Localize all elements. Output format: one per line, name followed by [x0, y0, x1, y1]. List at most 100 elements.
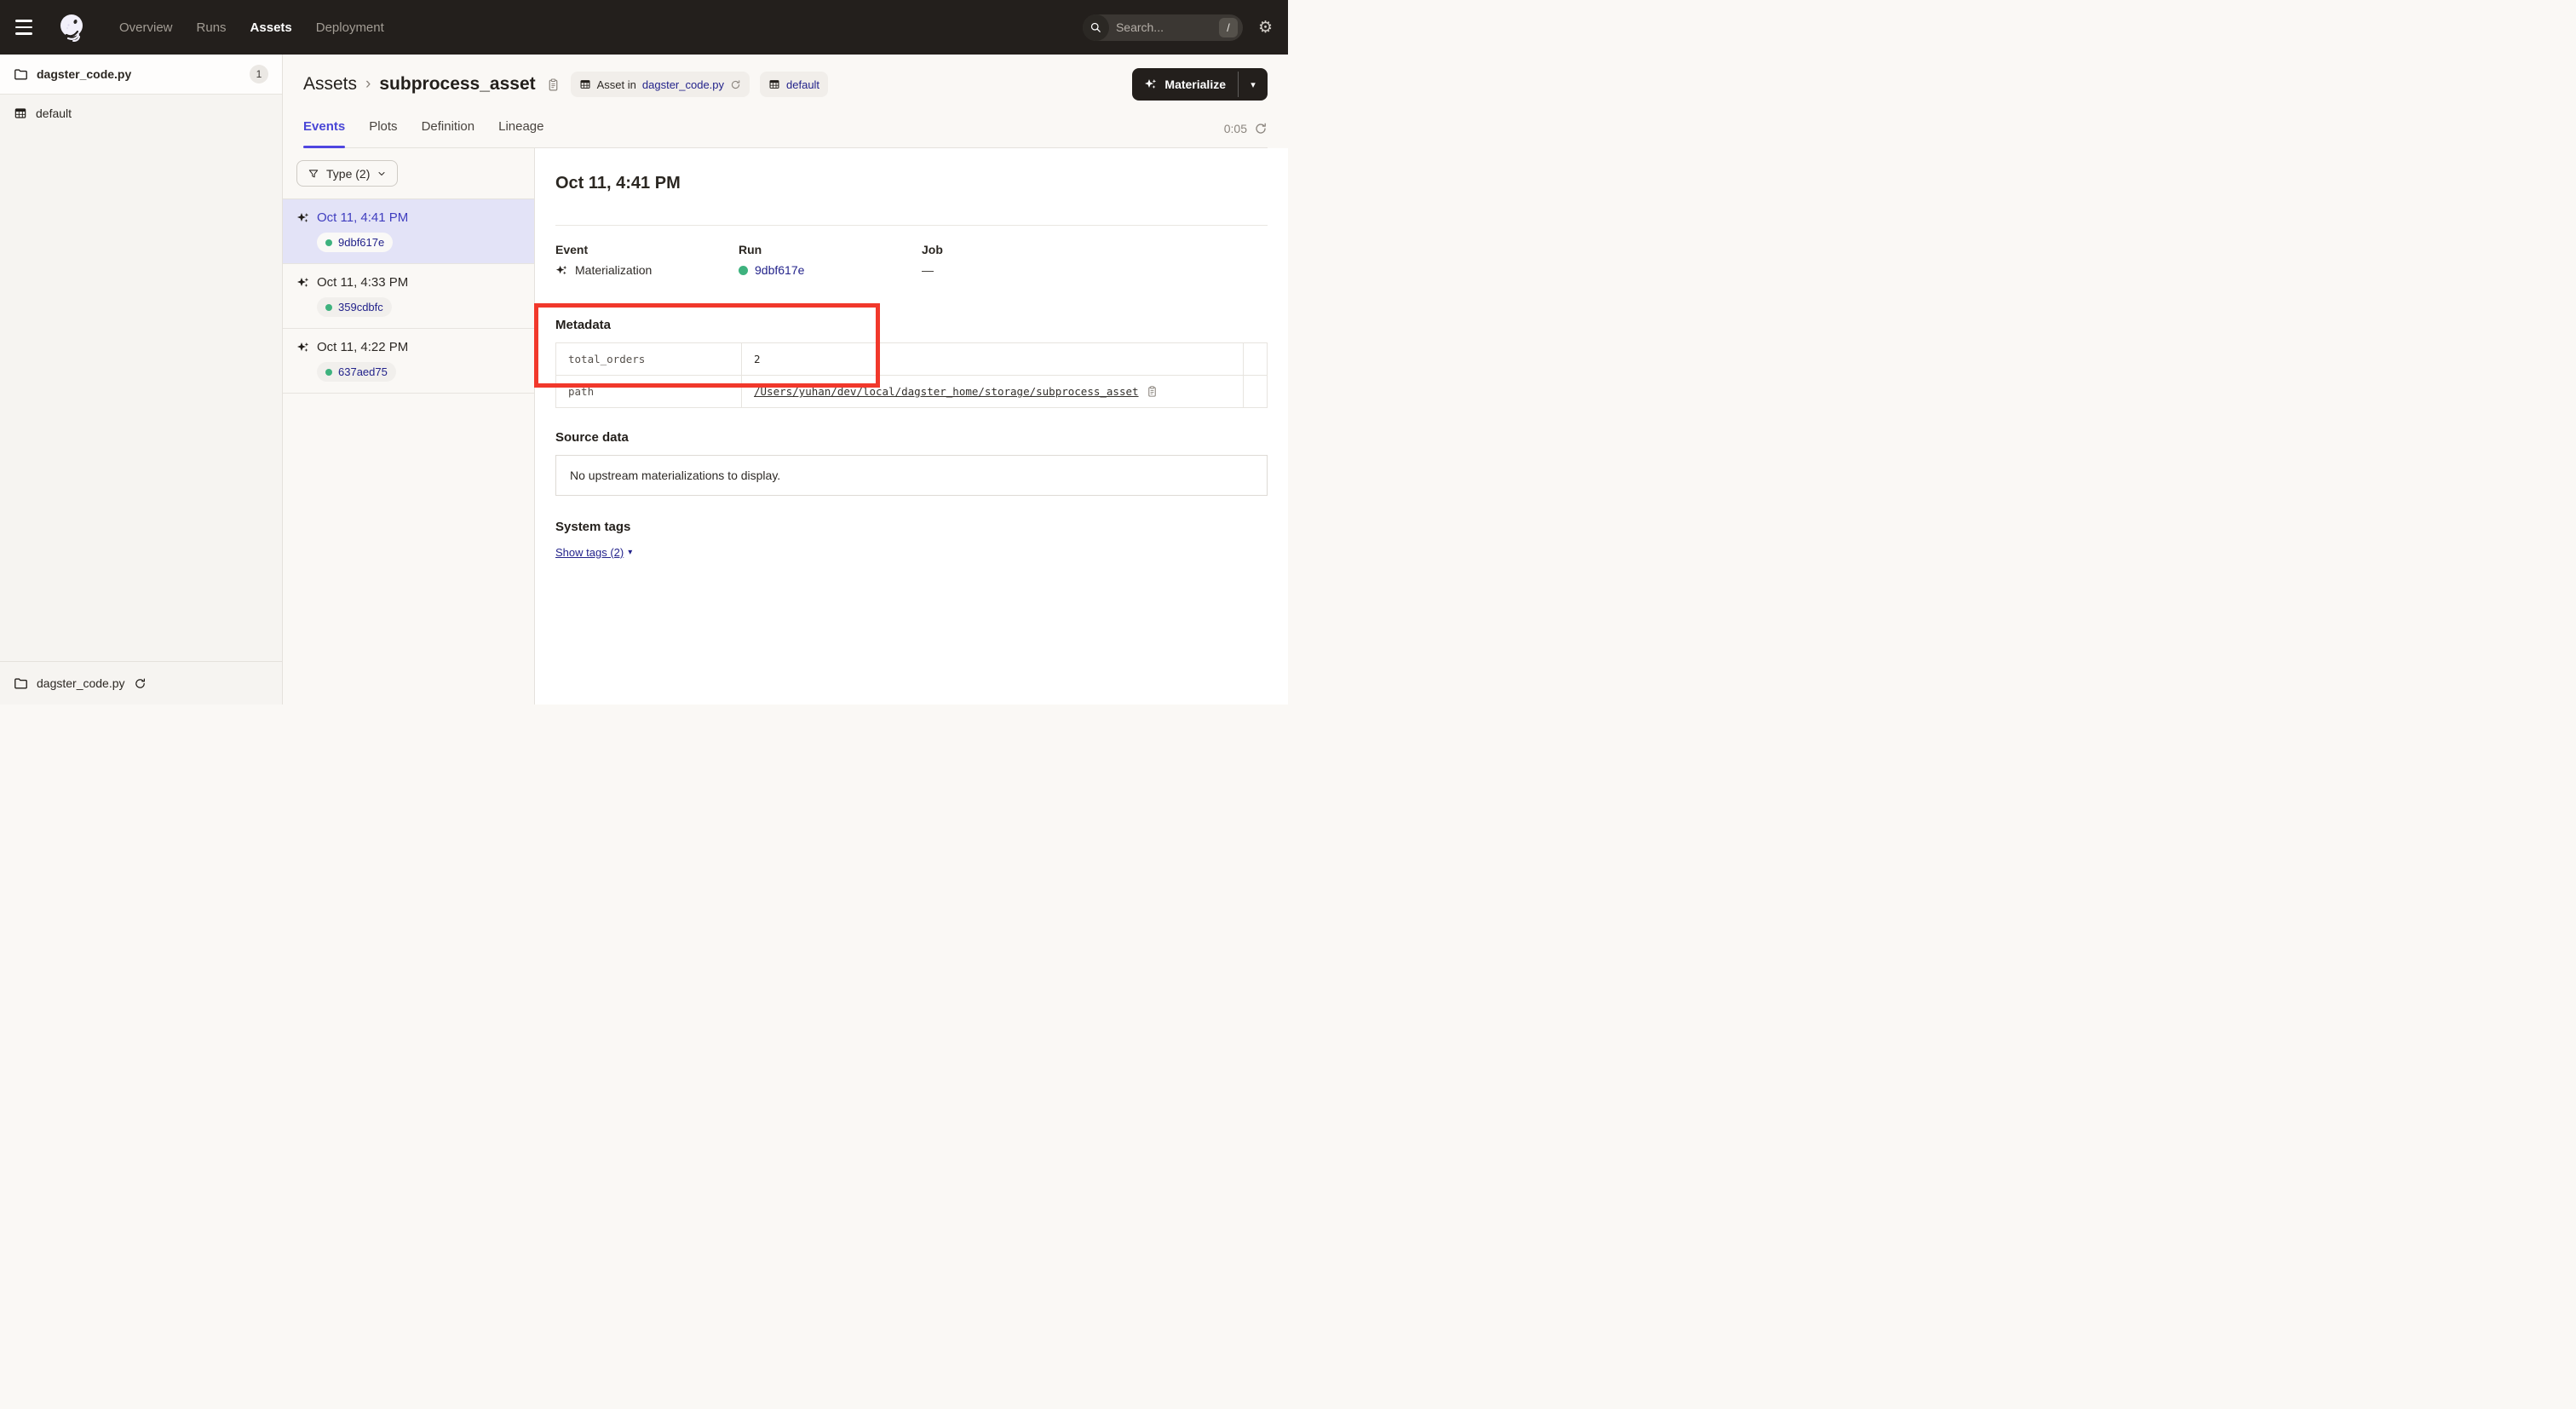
breadcrumb: Assets › subprocess_asset — [303, 74, 536, 95]
asset-count-badge: 1 — [250, 65, 268, 83]
metadata-key: path — [556, 376, 742, 407]
asset-header: Assets › subprocess_asset Asset in dagst… — [283, 55, 1288, 148]
tab-plots[interactable]: Plots — [369, 119, 397, 147]
dagster-logo[interactable] — [56, 12, 87, 43]
run-id-pill[interactable]: 9dbf617e — [317, 233, 393, 252]
event-timestamp: Oct 11, 4:33 PM — [317, 275, 408, 290]
type-filter-label: Type (2) — [326, 167, 370, 181]
run-status-dot — [325, 304, 332, 311]
filter-icon — [308, 168, 319, 180]
run-status-dot — [325, 369, 332, 376]
events-list-panel: Type (2) Oct 11, 4:41 PM 9dbf617e — [283, 148, 535, 704]
folder-icon — [14, 676, 28, 691]
tab-events[interactable]: Events — [303, 119, 345, 147]
sidebar-item-code-location[interactable]: dagster_code.py 1 — [0, 55, 282, 95]
sidebar-footer-code-location[interactable]: dagster_code.py — [0, 661, 282, 704]
metadata-value: 2 — [754, 353, 761, 365]
group-tag[interactable]: default — [760, 72, 828, 97]
event-type-value: Materialization — [575, 263, 652, 277]
show-tags-label: Show tags (2) — [555, 546, 624, 559]
sparkle-icon — [1144, 78, 1158, 91]
asset-in-prefix: Asset in — [597, 78, 636, 91]
code-location-link[interactable]: dagster_code.py — [642, 78, 724, 91]
asset-name: subprocess_asset — [379, 74, 535, 95]
materialize-dropdown-button[interactable]: ▾ — [1239, 68, 1268, 101]
materialization-sparkle-icon — [296, 211, 310, 225]
folder-icon — [14, 67, 28, 82]
refresh-icon[interactable] — [1254, 122, 1268, 135]
run-id-pill[interactable]: 637aed75 — [317, 362, 396, 382]
group-tag-label[interactable]: default — [786, 78, 819, 91]
run-id: 637aed75 — [338, 365, 388, 378]
job-empty-value: — — [922, 263, 934, 277]
asset-sidebar: dagster_code.py 1 default dagster_code.p… — [0, 55, 283, 704]
copy-path-icon[interactable] — [1146, 385, 1159, 398]
event-column-label: Event — [555, 243, 739, 256]
metadata-heading: Metadata — [555, 318, 1268, 332]
sidebar-item-default-group[interactable]: default — [0, 95, 282, 132]
metadata-row-end-cell — [1243, 343, 1267, 375]
event-list-item[interactable]: Oct 11, 4:41 PM 9dbf617e — [283, 199, 534, 264]
top-nav: Overview Runs Assets Deployment / ⚙ — [0, 0, 1288, 55]
run-id-link[interactable]: 9dbf617e — [755, 263, 804, 277]
system-tags-section: System tags Show tags (2) ▾ — [555, 520, 1268, 561]
metadata-table: total_orders 2 path /Users/yuhan/dev/loc… — [555, 342, 1268, 408]
metadata-path-link[interactable]: /Users/yuhan/dev/local/dagster_home/stor… — [754, 385, 1139, 398]
sidebar-item-label: dagster_code.py — [37, 67, 131, 81]
metadata-row: total_orders 2 — [556, 343, 1267, 376]
run-status-dot — [325, 239, 332, 246]
metadata-row-end-cell — [1243, 376, 1267, 407]
source-data-heading: Source data — [555, 430, 1268, 445]
run-id: 359cdbfc — [338, 301, 383, 313]
nav-item-assets[interactable]: Assets — [250, 20, 292, 35]
asset-group-icon — [768, 78, 780, 90]
materialization-sparkle-icon — [555, 264, 568, 277]
materialize-label: Materialize — [1164, 78, 1226, 91]
source-data-empty-state: No upstream materializations to display. — [555, 455, 1268, 496]
metadata-row: path /Users/yuhan/dev/local/dagster_home… — [556, 376, 1267, 407]
asset-tabs: Events Plots Definition Lineage 0:05 — [303, 119, 1268, 148]
search-input[interactable] — [1109, 20, 1219, 34]
reload-icon[interactable] — [134, 677, 147, 690]
tab-lineage[interactable]: Lineage — [498, 119, 543, 147]
search-box[interactable]: / — [1083, 14, 1243, 41]
breadcrumb-separator: › — [365, 75, 371, 94]
nav-item-overview[interactable]: Overview — [119, 20, 173, 35]
system-tags-heading: System tags — [555, 520, 1268, 534]
event-list-item[interactable]: Oct 11, 4:22 PM 637aed75 — [283, 329, 534, 394]
tab-definition[interactable]: Definition — [422, 119, 475, 147]
event-list-item[interactable]: Oct 11, 4:33 PM 359cdbfc — [283, 264, 534, 329]
sidebar-footer-label: dagster_code.py — [37, 676, 125, 690]
search-shortcut-badge: / — [1219, 18, 1238, 37]
nav-item-runs[interactable]: Runs — [197, 20, 227, 35]
run-status-dot — [739, 266, 748, 275]
sidebar-item-label: default — [36, 106, 72, 120]
breadcrumb-assets-link[interactable]: Assets — [303, 74, 357, 95]
run-column-label: Run — [739, 243, 922, 256]
run-id: 9dbf617e — [338, 236, 384, 249]
chevron-down-icon — [377, 169, 387, 179]
type-filter-button[interactable]: Type (2) — [296, 160, 398, 187]
run-id-pill[interactable]: 359cdbfc — [317, 297, 392, 317]
caret-down-icon: ▾ — [628, 548, 632, 557]
materialize-button-group: Materialize ▾ — [1132, 68, 1268, 101]
search-icon — [1083, 14, 1109, 41]
reload-icon[interactable] — [730, 79, 741, 90]
job-column-label: Job — [922, 243, 943, 256]
event-detail-panel: Oct 11, 4:41 PM Event Materialization Ru… — [535, 148, 1288, 704]
source-data-section: Source data No upstream materializations… — [555, 430, 1268, 496]
asset-in-tag[interactable]: Asset in dagster_code.py — [571, 72, 750, 97]
show-tags-toggle[interactable]: Show tags (2) ▾ — [555, 546, 632, 559]
event-detail-title: Oct 11, 4:41 PM — [555, 170, 1268, 196]
gear-icon[interactable]: ⚙ — [1258, 20, 1273, 36]
materialization-sparkle-icon — [296, 276, 310, 290]
event-timestamp: Oct 11, 4:22 PM — [317, 340, 408, 354]
divider — [555, 225, 1268, 226]
hamburger-menu-icon[interactable] — [15, 10, 49, 44]
asset-group-icon — [14, 106, 27, 120]
refresh-countdown: 0:05 — [1224, 122, 1247, 135]
materialize-button[interactable]: Materialize — [1132, 68, 1238, 101]
copy-asset-name-icon[interactable] — [546, 78, 561, 92]
materialization-sparkle-icon — [296, 341, 310, 354]
nav-item-deployment[interactable]: Deployment — [316, 20, 384, 35]
